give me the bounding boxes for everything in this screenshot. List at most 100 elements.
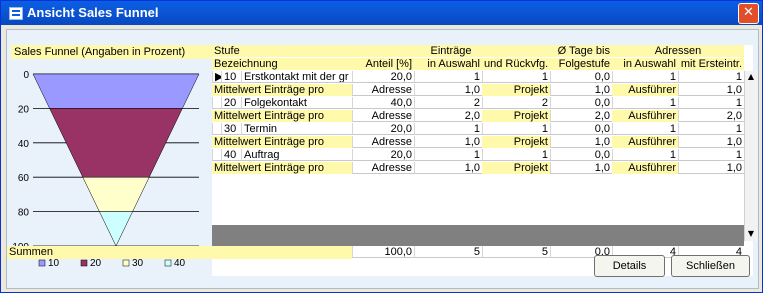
row-stufe-nr[interactable]: 20 <box>221 97 241 109</box>
mittelwert-adresse-label: Adresse <box>352 136 414 148</box>
mittelwert-ersteintr: 1,0 <box>678 84 744 96</box>
mittelwert-adresse-label: Adresse <box>352 84 414 96</box>
legend-label-40: 40 <box>174 258 186 269</box>
scroll-up-arrow-icon[interactable]: ▲ <box>745 71 757 83</box>
row-tage[interactable]: 0,0 <box>550 123 612 135</box>
row-adr-auswahl[interactable]: 1 <box>612 149 678 161</box>
row-tage[interactable]: 0,0 <box>550 71 612 83</box>
row-tage[interactable]: 0,0 <box>550 149 612 161</box>
record-selector[interactable] <box>212 149 221 161</box>
row-adr-auswahl[interactable]: 1 <box>612 123 678 135</box>
row-bezeichnung[interactable]: Erstkontakt mit der gr <box>241 71 352 83</box>
row-adr-auswahl[interactable]: 1 <box>612 97 678 109</box>
mittelwert-tage: 2,0 <box>550 110 612 122</box>
mittelwert-tage: 1,0 <box>550 162 612 174</box>
row-stufe-nr[interactable]: 10 <box>221 71 241 83</box>
mittelwert-label: Mittelwert Einträge pro <box>212 162 352 174</box>
row-bezeichnung[interactable]: Termin <box>241 123 352 135</box>
mittelwert-projekt-label: Projekt <box>482 136 550 148</box>
legend-swatch-40 <box>164 259 172 267</box>
funnel-segment-30 <box>82 176 150 212</box>
mittelwert-value: 2,0 <box>414 110 482 122</box>
mittelwert-ersteintr: 1,0 <box>678 136 744 148</box>
header-bezeichnung: Bezeichnung <box>212 58 352 70</box>
mittelwert-projekt-label: Projekt <box>482 84 550 96</box>
mittelwert-tage: 1,0 <box>550 136 612 148</box>
row-in-auswahl[interactable]: 1 <box>414 71 482 83</box>
row-bezeichnung[interactable]: Folgekontakt <box>241 97 352 109</box>
mittelwert-projekt-label: Projekt <box>482 110 550 122</box>
row-stufe-nr[interactable]: 40 <box>221 149 241 161</box>
header-eintraege: Einträge <box>352 45 550 57</box>
mittelwert-value: 1,0 <box>414 84 482 96</box>
header-folgestufe: Folgestufe <box>550 58 612 70</box>
mittelwert-adresse-label: Adresse <box>352 162 414 174</box>
legend-label-10: 10 <box>48 258 60 269</box>
funnel-segment-10 <box>32 73 200 109</box>
row-tage[interactable]: 0,0 <box>550 97 612 109</box>
row-rueckvfg[interactable]: 1 <box>482 149 550 161</box>
row-rueckvfg[interactable]: 1 <box>482 71 550 83</box>
row-bezeichnung[interactable]: Auftrag <box>241 149 352 161</box>
sales-funnel-window: Ansicht Sales Funnel ✕ Sales Funnel (Ang… <box>0 0 763 293</box>
row-anteil[interactable]: 40,0 <box>352 97 414 109</box>
mittelwert-value: 1,0 <box>414 136 482 148</box>
form-icon <box>9 7 23 20</box>
row-anteil[interactable]: 20,0 <box>352 149 414 161</box>
mittelwert-projekt-label: Projekt <box>482 162 550 174</box>
row-in-auswahl[interactable]: 1 <box>414 123 482 135</box>
legend-swatch-10 <box>38 259 46 267</box>
row-ersteintr[interactable]: 1 <box>678 123 744 135</box>
scroll-down-arrow-icon[interactable]: ▼ <box>745 228 757 240</box>
y-tick-label: 60 <box>18 173 30 184</box>
summen-label: Summen <box>7 246 352 259</box>
record-selector-icon[interactable]: ▶ <box>212 71 221 83</box>
mittelwert-ausfuehrer-label: Ausführer <box>612 84 678 96</box>
row-adr-auswahl[interactable]: 1 <box>612 71 678 83</box>
row-anteil[interactable]: 20,0 <box>352 123 414 135</box>
record-selector[interactable] <box>212 97 221 109</box>
details-button[interactable]: Details <box>594 255 665 277</box>
schliessen-button[interactable]: Schließen <box>671 255 750 277</box>
close-window-button[interactable]: ✕ <box>738 3 759 24</box>
header-rueckvfg: und Rückvfg. <box>482 58 550 70</box>
row-ersteintr[interactable]: 1 <box>678 97 744 109</box>
y-tick-label: 80 <box>18 208 30 219</box>
legend-swatch-30 <box>122 259 130 267</box>
record-selector[interactable] <box>212 123 221 135</box>
header-in-auswahl: in Auswahl <box>414 58 482 70</box>
funnel-segment-40 <box>99 211 133 247</box>
mittelwert-adresse-label: Adresse <box>352 110 414 122</box>
row-ersteintr[interactable]: 1 <box>678 71 744 83</box>
mittelwert-label: Mittelwert Einträge pro <box>212 110 352 122</box>
mittelwert-ersteintr: 2,0 <box>678 110 744 122</box>
legend-label-30: 30 <box>132 258 144 269</box>
title-bar[interactable]: Ansicht Sales Funnel ✕ <box>1 1 762 25</box>
header-stufe: Stufe <box>212 45 352 57</box>
row-stufe-nr[interactable]: 30 <box>221 123 241 135</box>
row-rueckvfg[interactable]: 1 <box>482 123 550 135</box>
row-anteil[interactable]: 20,0 <box>352 71 414 83</box>
mittelwert-ausfuehrer-label: Ausführer <box>612 110 678 122</box>
form-body: Sales Funnel (Angaben in Prozent) 0 20 40 6… <box>6 29 759 289</box>
mittelwert-ersteintr: 1,0 <box>678 162 744 174</box>
row-in-auswahl[interactable]: 1 <box>414 149 482 161</box>
header-adr-auswahl: in Auswahl <box>612 58 678 70</box>
funnel-segment-20 <box>49 108 183 178</box>
y-tick-label: 0 <box>23 70 29 81</box>
row-rueckvfg[interactable]: 2 <box>482 97 550 109</box>
row-in-auswahl[interactable]: 2 <box>414 97 482 109</box>
mittelwert-tage: 1,0 <box>550 84 612 96</box>
header-anteil: Anteil [%] <box>352 58 414 70</box>
mittelwert-ausfuehrer-label: Ausführer <box>612 162 678 174</box>
y-tick-label: 40 <box>18 139 30 150</box>
summen-auswahl: 5 <box>414 246 482 258</box>
mittelwert-label: Mittelwert Einträge pro <box>212 84 352 96</box>
header-ersteintr: mit Ersteintr. <box>678 58 744 70</box>
row-ersteintr[interactable]: 1 <box>678 149 744 161</box>
vertical-scrollbar[interactable] <box>744 71 757 241</box>
legend-label-20: 20 <box>90 258 102 269</box>
mittelwert-ausfuehrer-label: Ausführer <box>612 136 678 148</box>
y-tick-label: 20 <box>18 104 30 115</box>
header-tage: Ø Tage bis <box>550 45 612 57</box>
